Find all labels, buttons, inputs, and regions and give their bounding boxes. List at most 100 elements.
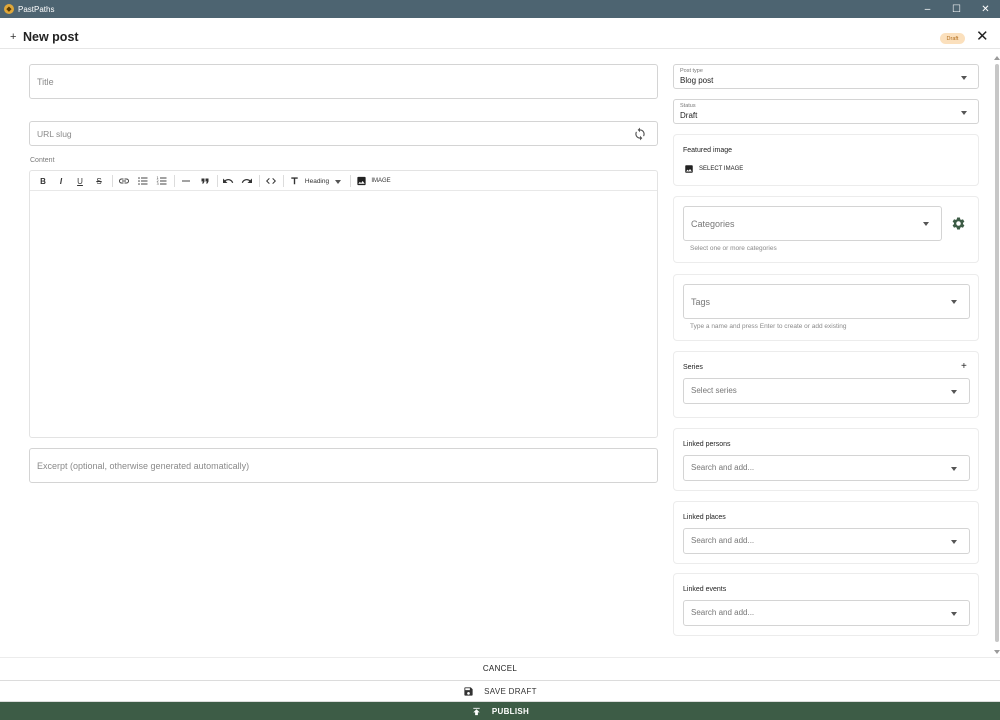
chevron-down-icon <box>961 111 967 115</box>
series-placeholder: Select series <box>691 386 737 395</box>
chevron-down-icon <box>923 222 929 226</box>
featured-image-card: Featured image SELECT IMAGE <box>673 134 979 186</box>
image-button-label[interactable]: IMAGE <box>370 175 392 187</box>
scroll-down-icon[interactable] <box>994 650 1000 654</box>
image-icon <box>685 165 693 173</box>
quote-icon[interactable] <box>199 175 211 187</box>
app-logo-icon: ◆ <box>4 4 14 14</box>
heading-select[interactable]: Heading <box>304 175 330 187</box>
code-icon[interactable] <box>265 175 277 187</box>
toolbar-divider <box>217 175 218 187</box>
link-icon[interactable] <box>118 175 130 187</box>
publish-label: PUBLISH <box>491 706 530 716</box>
editor-toolbar: B I U S 123 Heading IMAGE <box>30 171 657 191</box>
series-select[interactable]: Select series <box>683 378 970 404</box>
title-placeholder: Title <box>37 77 54 87</box>
dialog-header: + New post Draft ✕ <box>0 18 1000 49</box>
content-editor[interactable]: B I U S 123 Heading IMAGE <box>29 170 658 438</box>
window-titlebar: ◆ PastPaths – ☐ ✕ <box>0 0 1000 18</box>
series-label: Series <box>683 364 703 371</box>
page-title: New post <box>23 30 79 44</box>
status-value: Draft <box>680 111 698 120</box>
url-slug-field[interactable]: URL slug <box>29 121 658 146</box>
linked-places-select[interactable]: Search and add... <box>683 528 970 554</box>
linked-persons-select[interactable]: Search and add... <box>683 455 970 481</box>
toolbar-divider <box>259 175 260 187</box>
vertical-scrollbar[interactable] <box>994 56 1000 656</box>
linked-persons-label: Linked persons <box>683 441 731 448</box>
tags-card: Tags Type a name and press Enter to crea… <box>673 274 979 341</box>
linked-persons-card: Linked persons Search and add... <box>673 428 979 491</box>
toolbar-divider <box>174 175 175 187</box>
featured-image-label: Featured image <box>683 147 733 154</box>
status-label: Status <box>680 103 696 109</box>
plus-icon: + <box>10 31 17 43</box>
save-icon <box>464 686 473 696</box>
linked-persons-placeholder: Search and add... <box>691 463 755 472</box>
cancel-label: CANCEL <box>482 664 518 673</box>
linked-places-placeholder: Search and add... <box>691 536 755 545</box>
close-icon[interactable]: ✕ <box>976 29 989 44</box>
undo-icon[interactable] <box>222 175 234 187</box>
tags-placeholder: Tags <box>691 297 711 307</box>
image-icon[interactable] <box>356 175 367 187</box>
post-type-label: Post type <box>680 68 703 74</box>
chevron-down-icon <box>951 300 957 304</box>
toolbar-divider <box>283 175 284 187</box>
slug-placeholder: URL slug <box>37 129 72 139</box>
excerpt-field[interactable]: Excerpt (optional, otherwise generated a… <box>29 448 658 483</box>
select-image-button[interactable]: SELECT IMAGE <box>684 163 743 175</box>
refresh-icon[interactable] <box>633 127 647 141</box>
linked-events-select[interactable]: Search and add... <box>683 600 970 626</box>
app-name: PastPaths <box>18 4 55 14</box>
publish-button[interactable]: PUBLISH <box>0 702 1000 720</box>
publish-icon <box>473 707 480 715</box>
chevron-down-icon <box>951 390 957 394</box>
toolbar-divider <box>350 175 351 187</box>
tags-select[interactable]: Tags <box>683 284 970 319</box>
svg-text:3: 3 <box>157 182 159 186</box>
close-window-button[interactable]: ✕ <box>971 0 1000 18</box>
chevron-down-icon <box>951 540 957 544</box>
post-type-select[interactable]: Post type Blog post <box>673 64 979 89</box>
horizontal-rule-icon[interactable] <box>180 175 192 187</box>
categories-hint: Select one or more categories <box>690 245 777 252</box>
chevron-down-icon <box>951 467 957 471</box>
linked-events-card: Linked events Search and add... <box>673 573 979 636</box>
categories-select[interactable]: Categories <box>683 206 942 241</box>
italic-button[interactable]: I <box>56 175 66 187</box>
strikethrough-button[interactable]: S <box>94 175 104 187</box>
scrollbar-thumb[interactable] <box>995 64 999 642</box>
numbered-list-icon[interactable]: 123 <box>156 175 168 187</box>
categories-placeholder: Categories <box>691 219 735 229</box>
post-type-value: Blog post <box>680 76 714 85</box>
linked-places-label: Linked places <box>683 514 726 521</box>
title-field[interactable]: Title <box>29 64 658 99</box>
excerpt-placeholder: Excerpt (optional, otherwise generated a… <box>37 461 250 471</box>
tags-hint: Type a name and press Enter to create or… <box>690 323 847 330</box>
series-card: Series + Select series <box>673 351 979 418</box>
save-draft-button[interactable]: SAVE DRAFT <box>0 680 1000 702</box>
scroll-up-icon[interactable] <box>994 56 1000 60</box>
chevron-down-icon <box>961 76 967 80</box>
window-controls: – ☐ ✕ <box>913 0 1000 18</box>
linked-places-card: Linked places Search and add... <box>673 501 979 564</box>
linked-events-label: Linked events <box>683 586 727 593</box>
bold-button[interactable]: B <box>38 175 48 187</box>
add-series-button[interactable]: + <box>961 361 967 372</box>
minimize-button[interactable]: – <box>913 0 942 18</box>
redo-icon[interactable] <box>241 175 253 187</box>
content-label: Content <box>30 157 55 164</box>
linked-events-placeholder: Search and add... <box>691 608 755 617</box>
chevron-down-icon <box>951 612 957 616</box>
cancel-button[interactable]: CANCEL <box>0 657 1000 679</box>
select-image-label: SELECT IMAGE <box>699 166 744 172</box>
bullet-list-icon[interactable] <box>137 175 149 187</box>
maximize-button[interactable]: ☐ <box>942 0 971 18</box>
gear-icon[interactable] <box>951 216 966 231</box>
status-select[interactable]: Status Draft <box>673 99 979 124</box>
chevron-down-icon <box>335 180 341 184</box>
status-badge: Draft <box>940 33 965 44</box>
underline-button[interactable]: U <box>75 175 85 187</box>
toolbar-divider <box>112 175 113 187</box>
